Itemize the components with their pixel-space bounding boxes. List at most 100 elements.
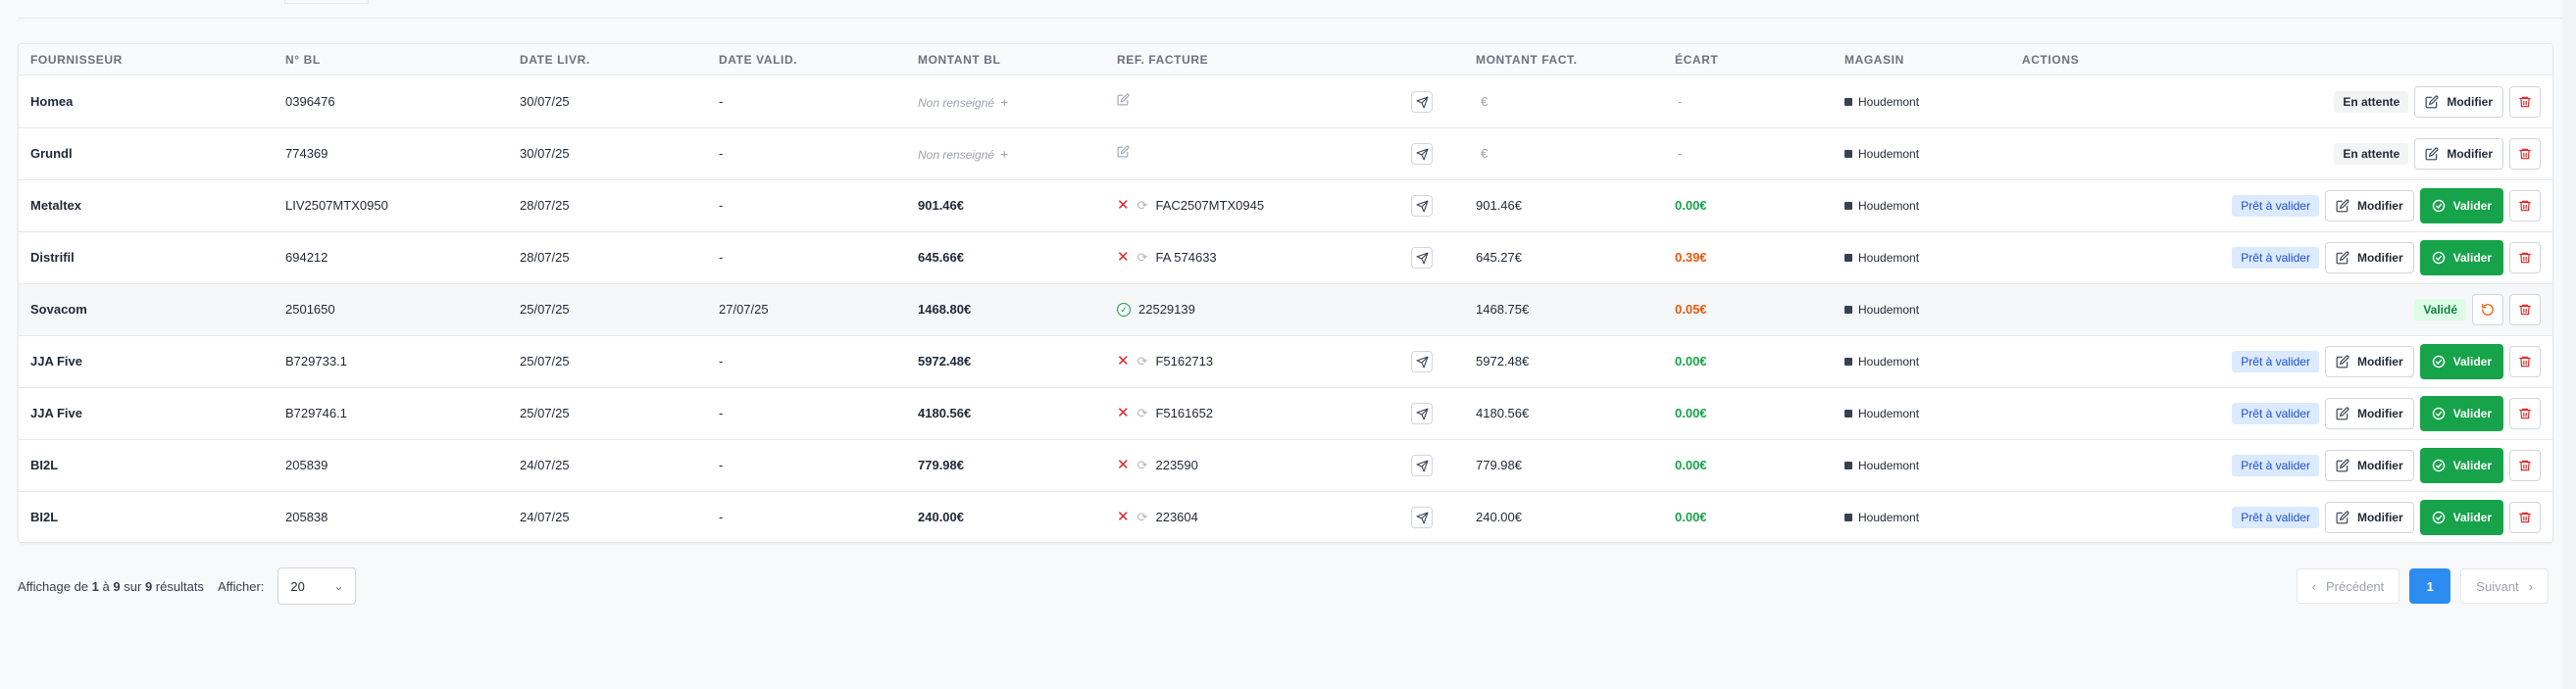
unlink-x-icon[interactable]: ✕ bbox=[1117, 336, 1130, 387]
validate-button[interactable]: Valider bbox=[2419, 344, 2503, 379]
delete-button[interactable] bbox=[2509, 138, 2541, 170]
validate-button[interactable]: Valider bbox=[2419, 396, 2503, 431]
page-1-button[interactable]: 1 bbox=[2409, 568, 2451, 604]
bl-amount-cell[interactable]: Non renseigné + bbox=[918, 76, 1008, 127]
supplier-cell: BI2L bbox=[30, 458, 59, 472]
table-row[interactable]: JJA Five B729746.1 25/07/25 - 4180.56€ ✕ ⟳ F516… bbox=[19, 388, 2552, 440]
results-summary: Affichage de 1 à 9 sur 9 résultats bbox=[18, 578, 204, 594]
col-header-delivery-date[interactable]: DATE LIVR. bbox=[520, 44, 590, 75]
unlink-x-icon[interactable]: ✕ bbox=[1117, 180, 1130, 231]
send-button[interactable] bbox=[1411, 351, 1433, 372]
send-button[interactable] bbox=[1411, 403, 1433, 424]
validate-label: Valider bbox=[2452, 407, 2492, 420]
sync-icon[interactable]: ⟳ bbox=[1137, 180, 1148, 231]
previous-page-button[interactable]: ‹ Précédent bbox=[2296, 568, 2400, 604]
table-row[interactable]: JJA Five B729733.1 25/07/25 - 5972.48€ ✕ ⟳ F516… bbox=[19, 336, 2552, 388]
sync-icon[interactable]: ⟳ bbox=[1137, 232, 1148, 283]
table-row[interactable]: BI2L 205838 24/07/25 - 240.00€ ✕ ⟳ 223604 240.00… bbox=[19, 492, 2552, 542]
delete-button[interactable] bbox=[2509, 502, 2541, 533]
modify-button[interactable]: Modifier bbox=[2324, 346, 2414, 377]
delete-button[interactable] bbox=[2509, 346, 2541, 377]
col-header-bl-number[interactable]: N° BL bbox=[285, 44, 321, 75]
add-amount-icon[interactable]: + bbox=[1000, 146, 1008, 162]
delete-button[interactable] bbox=[2509, 190, 2541, 221]
gap-cell: 0.00€ bbox=[1675, 458, 1707, 472]
send-button[interactable] bbox=[1411, 195, 1433, 217]
validate-button[interactable]: Valider bbox=[2419, 188, 2503, 223]
unlink-x-icon[interactable]: ✕ bbox=[1117, 232, 1130, 283]
delete-button[interactable] bbox=[2509, 398, 2541, 429]
table-row[interactable]: Distrifil 694212 28/07/25 - 645.66€ ✕ ⟳ FA 5746… bbox=[19, 232, 2552, 284]
validate-button[interactable]: Valider bbox=[2419, 240, 2503, 275]
next-page-button[interactable]: Suivant › bbox=[2460, 568, 2549, 604]
modify-button[interactable]: Modifier bbox=[2324, 502, 2414, 533]
per-page-select[interactable]: 20 ⌄ bbox=[278, 567, 357, 605]
sync-icon[interactable]: ⟳ bbox=[1137, 336, 1148, 387]
col-header-validation-date[interactable]: DATE VALID. bbox=[719, 44, 797, 75]
trash-icon bbox=[2518, 95, 2532, 109]
table-row[interactable]: Metaltex LIV2507MTX0950 28/07/25 - 901.46€ ✕ ⟳… bbox=[19, 180, 2552, 232]
col-header-gap[interactable]: ÉCART bbox=[1675, 44, 1718, 75]
delete-button[interactable] bbox=[2509, 294, 2541, 325]
send-button[interactable] bbox=[1411, 247, 1433, 269]
table-row[interactable]: Homea 0396476 30/07/25 - Non renseigné + € - Hou… bbox=[19, 76, 2552, 128]
invoice-amount-cell: 4180.56€ bbox=[1476, 406, 1530, 420]
table-row[interactable]: BI2L 205839 24/07/25 - 779.98€ ✕ ⟳ 223590 779.98… bbox=[19, 440, 2552, 492]
send-button[interactable] bbox=[1411, 143, 1433, 165]
gap-cell: 0.00€ bbox=[1675, 510, 1707, 524]
send-button[interactable] bbox=[1411, 91, 1433, 113]
col-header-supplier[interactable]: FOURNISSEUR bbox=[30, 44, 123, 75]
store-wrap: Houdemont bbox=[1844, 128, 1919, 179]
bl-amount-cell[interactable]: Non renseigné + bbox=[918, 128, 1008, 179]
supplier-cell: Distrifil bbox=[30, 250, 75, 265]
top-tab-stub bbox=[284, 0, 369, 4]
send-button[interactable] bbox=[1411, 507, 1433, 528]
delete-button[interactable] bbox=[2509, 450, 2541, 481]
unlink-x-icon[interactable]: ✕ bbox=[1117, 388, 1130, 439]
invoice-amount-cell: 779.98€ bbox=[1476, 458, 1522, 472]
store-square-icon bbox=[1844, 358, 1852, 366]
unlink-x-icon[interactable]: ✕ bbox=[1117, 492, 1130, 542]
col-header-bl-amount[interactable]: MONTANT BL bbox=[918, 44, 1000, 75]
bl-amount-cell: 240.00€ bbox=[918, 510, 964, 524]
store-wrap: Houdemont bbox=[1844, 284, 1919, 335]
bl-amount-placeholder: Non renseigné bbox=[918, 96, 995, 110]
modify-button[interactable]: Modifier bbox=[2324, 190, 2414, 221]
validate-button[interactable]: Valider bbox=[2419, 500, 2503, 535]
table-row[interactable]: Sovacom 2501650 25/07/25 27/07/25 1468.80€ ✓ 2… bbox=[19, 284, 2552, 336]
status-badge: Prêt à valider bbox=[2232, 403, 2319, 424]
edit-ref-icon[interactable] bbox=[1117, 76, 1130, 127]
modify-button[interactable]: Modifier bbox=[2324, 450, 2414, 481]
table-row[interactable]: Grundl 774369 30/07/25 - Non renseigné + € - Hou… bbox=[19, 128, 2552, 180]
send-button[interactable] bbox=[1411, 455, 1433, 476]
modify-button[interactable]: Modifier bbox=[2324, 242, 2414, 273]
add-amount-icon[interactable]: + bbox=[1000, 94, 1008, 110]
undo-validation-button[interactable] bbox=[2472, 294, 2503, 325]
modify-button[interactable]: Modifier bbox=[2414, 138, 2503, 170]
col-header-actions: ACTIONS bbox=[2022, 53, 2080, 67]
col-header-store[interactable]: MAGASIN bbox=[1844, 44, 1904, 75]
sync-icon[interactable]: ⟳ bbox=[1137, 440, 1148, 491]
invoice-ref-text: 22529139 bbox=[1138, 302, 1195, 317]
trash-icon bbox=[2518, 459, 2532, 472]
page-scrollbar[interactable] bbox=[2562, 0, 2576, 689]
col-header-invoice-ref[interactable]: REF. FACTURE bbox=[1117, 44, 1208, 75]
delete-button[interactable] bbox=[2509, 86, 2541, 118]
edit-ref-icon[interactable] bbox=[1117, 128, 1130, 179]
row-actions: Prêt à valider Modifier Valider bbox=[2232, 180, 2541, 231]
modify-label: Modifier bbox=[2447, 147, 2493, 161]
invoice-ref-text: F5162713 bbox=[1155, 354, 1214, 369]
supplier-cell: Homea bbox=[30, 94, 74, 109]
bl-amount-cell: 901.46€ bbox=[918, 198, 964, 213]
modify-button[interactable]: Modifier bbox=[2324, 398, 2414, 429]
check-circle-icon bbox=[2432, 355, 2446, 369]
validate-button[interactable]: Valider bbox=[2419, 448, 2503, 483]
sync-icon[interactable]: ⟳ bbox=[1137, 388, 1148, 439]
sync-icon[interactable]: ⟳ bbox=[1137, 492, 1148, 542]
undo-icon bbox=[2481, 303, 2495, 317]
unlink-x-icon[interactable]: ✕ bbox=[1117, 440, 1130, 491]
delete-button[interactable] bbox=[2509, 242, 2541, 273]
store-name: Houdemont bbox=[1858, 459, 1920, 472]
modify-button[interactable]: Modifier bbox=[2414, 86, 2503, 118]
col-header-invoice-amount[interactable]: MONTANT FACT. bbox=[1476, 44, 1578, 75]
